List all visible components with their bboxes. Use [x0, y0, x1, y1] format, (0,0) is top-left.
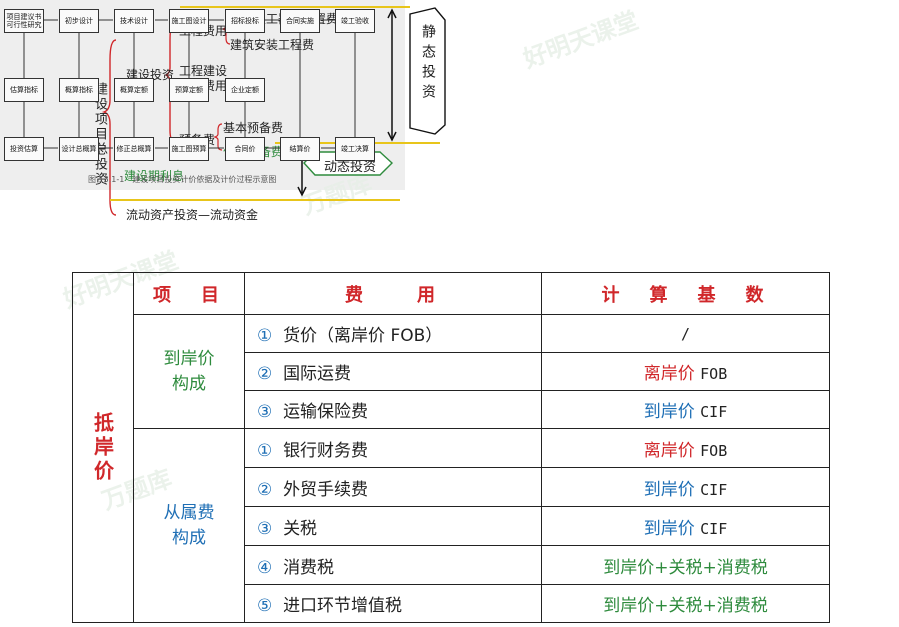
basis-cell: /	[541, 314, 830, 353]
tree-working-capital: 流动资产投资—流动资金	[126, 208, 259, 222]
basis-cell: 到岸价+关税+消费税	[541, 545, 830, 585]
pricing-process-flow: 项目建议书可行性研究 初步设计 技术设计 施工图设计 招标投标 合同实施 竣工验…	[0, 0, 405, 190]
group-cif: 到岸价构成	[133, 314, 245, 429]
flow-box: 技术设计	[114, 9, 154, 33]
flow-box: 项目建议书可行性研究	[4, 9, 44, 33]
flow-box: 修正总概算	[114, 137, 154, 161]
flow-box: 概算定额	[114, 78, 154, 102]
table-row: ⑤ 进口环节增值税	[244, 584, 542, 623]
basis-cell: 到岸价 CIF	[541, 467, 830, 507]
flow-box: 合同实施	[280, 9, 320, 33]
basis-cell: 到岸价+关税+消费税	[541, 584, 830, 623]
flow-box: 设计总概算	[59, 137, 99, 161]
flow-box: 初步设计	[59, 9, 99, 33]
flow-box: 预算定额	[169, 78, 209, 102]
table-row: ③ 运输保险费	[244, 390, 542, 429]
flow-box: 招标投标	[225, 9, 265, 33]
flow-box: 施工图设计	[169, 9, 209, 33]
flow-box: 估算指标	[4, 78, 44, 102]
flow-caption: 图 13.1-1 建设项目投资计价依据及计价过程示意图	[88, 175, 277, 184]
table-row: ④ 消费税	[244, 545, 542, 585]
flow-box: 概算指标	[59, 78, 99, 102]
basis-cell: 到岸价 CIF	[541, 506, 830, 546]
flow-box: 结算价	[280, 137, 320, 161]
flow-box: 竣工决算	[335, 137, 375, 161]
flow-box: 竣工验收	[335, 9, 375, 33]
static-investment-label: 静态投资	[420, 24, 436, 104]
header-item: 项 目	[133, 272, 245, 315]
table-row: ① 银行财务费	[244, 428, 542, 468]
table-row: ③ 关税	[244, 506, 542, 546]
header-fee: 费 用	[244, 272, 542, 315]
table-row: ② 国际运费	[244, 352, 542, 391]
basis-cell: 离岸价 FOB	[541, 428, 830, 468]
group-ancillary: 从属费构成	[133, 428, 245, 623]
main-label-cell: 抵岸价	[72, 272, 134, 623]
main-label: 抵岸价	[90, 411, 115, 484]
table-row: ② 外贸手续费	[244, 467, 542, 507]
cif-price-table: 抵岸价 项 目 费 用 计 算 基 数 到岸价构成 ① 货价（离岸价 FOB） …	[72, 272, 830, 623]
flow-box: 企业定额	[225, 78, 265, 102]
table-row: ① 货价（离岸价 FOB）	[244, 314, 542, 353]
header-basis: 计 算 基 数	[541, 272, 830, 315]
basis-cell: 到岸价 CIF	[541, 390, 830, 429]
flow-box: 投资估算	[4, 137, 44, 161]
flow-box: 施工图预算	[169, 137, 209, 161]
basis-cell: 离岸价 FOB	[541, 352, 830, 391]
flow-box: 合同价	[225, 137, 265, 161]
watermark-text: 好明天课堂	[519, 6, 643, 74]
